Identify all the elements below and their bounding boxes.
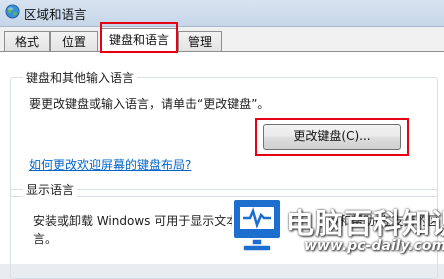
display-language-description-line2: 言。 xyxy=(33,232,58,246)
watermark-title: 电脑百科知识 xyxy=(286,207,444,240)
keyboards-description: 要更改键盘或输入语言，请单击“更改键盘”。 xyxy=(29,97,270,111)
tab-highlight-box xyxy=(100,22,178,53)
window-title: 区域和语言 xyxy=(24,7,87,22)
keyboard-layout-help-link[interactable]: 如何更改欢迎屏幕的键盘布局? xyxy=(29,156,191,173)
window-titlebar: 区域和语言 xyxy=(0,0,444,27)
keyboards-group: 键盘和其他输入语言 要更改键盘或输入语言，请单击“更改键盘”。 更改键盘(C).… xyxy=(10,69,438,197)
globe-icon xyxy=(5,4,20,19)
display-language-legend: 显示语言 xyxy=(23,181,78,198)
tab-location[interactable]: 位置 xyxy=(50,31,98,51)
tab-strip: 格式 位置 键盘和语言 管理 xyxy=(0,27,444,52)
tab-administrative[interactable]: 管理 xyxy=(178,31,222,51)
display-language-description: 安装或卸载 Windows 可用于显示文本 xyxy=(33,214,239,228)
monitor-logo-icon xyxy=(232,198,282,252)
change-keyboards-button[interactable]: 更改键盘(C)... xyxy=(263,124,401,150)
watermark: 电脑百科知识 www.pc-daily.com xyxy=(224,194,444,264)
keyboards-group-legend: 键盘和其他输入语言 xyxy=(23,69,138,86)
tab-formats[interactable]: 格式 xyxy=(4,31,50,51)
watermark-url: www.pc-daily.com xyxy=(304,238,444,254)
